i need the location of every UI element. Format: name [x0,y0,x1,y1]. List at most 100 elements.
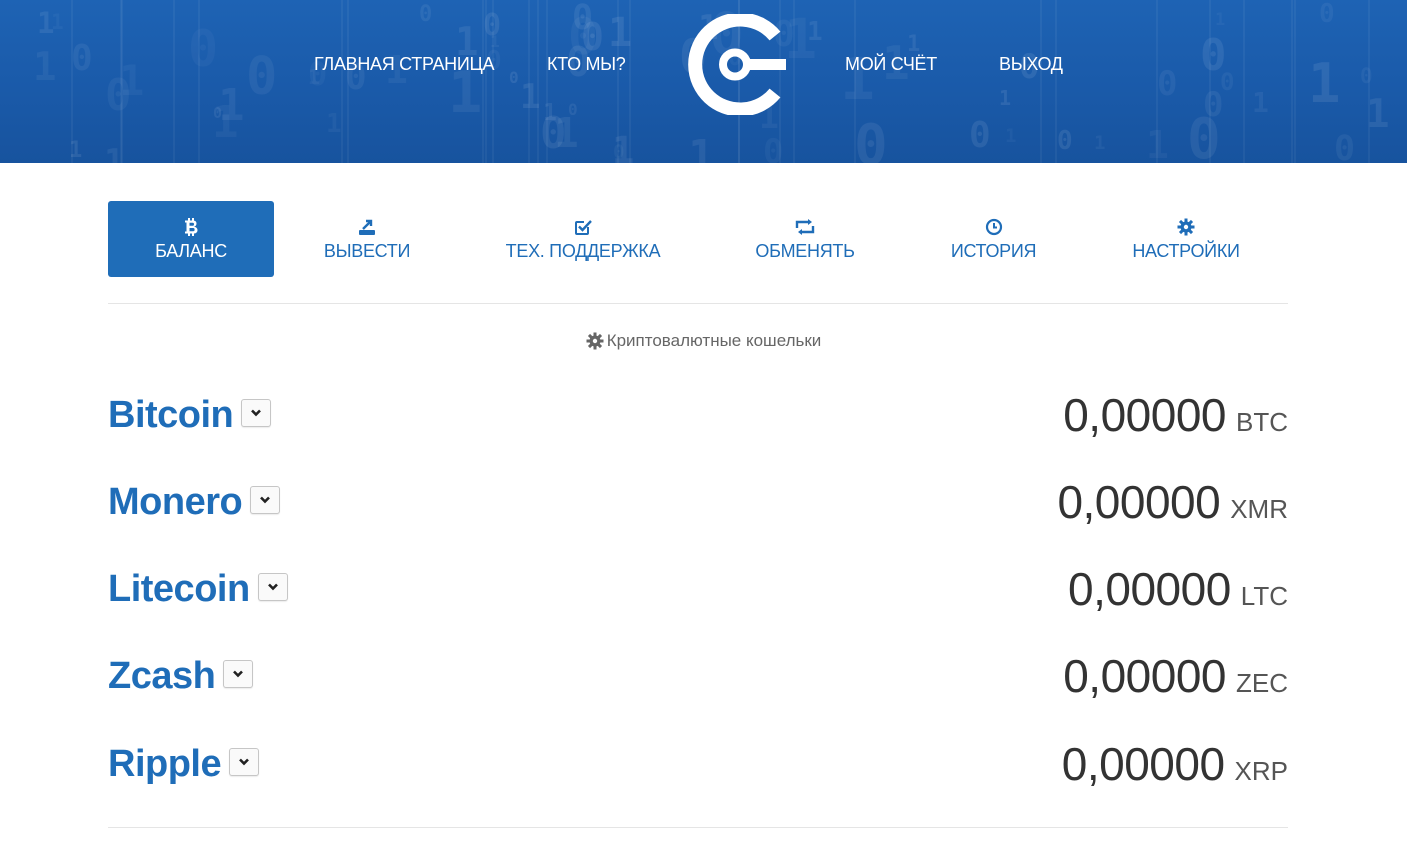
binary-digit: 0 [246,47,278,107]
binary-digit: 1 [1094,132,1106,154]
nav-logout-link[interactable]: ВЫХОД [999,54,1063,75]
nav-about-link[interactable]: КТО МЫ? [547,54,626,75]
wallet-name[interactable]: Ripple [108,743,222,785]
wallet-currency: LTC [1240,581,1288,611]
wallet-amount: 0,00000 [1068,563,1231,615]
tab-label: ИСТОРИЯ [950,240,1037,261]
wallet-name[interactable]: Zcash [108,655,216,697]
chevron-down-icon [238,757,250,767]
background-stripe [1294,0,1296,163]
binary-digit: 1 [1215,10,1226,30]
wallet-dropdown-button[interactable] [229,747,260,776]
binary-digit: 1 [212,97,239,148]
chevron-down-icon [232,669,244,679]
binary-digit: 1 [807,17,823,47]
background-stripe [537,0,539,163]
binary-digit: 1 [51,10,64,34]
binary-digit: 1 [1308,52,1341,115]
chevron-down-icon [259,495,271,505]
wallet-name[interactable]: Litecoin [108,568,250,610]
binary-digit: 1 [907,32,921,57]
binary-digit: 0 [568,100,578,119]
tab-settings[interactable]: НАСТРОЙКИ [1116,201,1256,277]
background-stripe [1243,0,1245,163]
tab-balance[interactable]: БАЛАНС [108,201,274,277]
tab-withdraw[interactable]: ВЫВЕСТИ [298,201,436,277]
wallet-dropdown-button[interactable] [241,398,272,427]
binary-digit: 1 [784,7,818,71]
wallet-currency: XMR [1230,494,1288,524]
account-tabs: БАЛАНС ВЫВЕСТИ ТЕХ. ПОДДЕРЖКА ОБМЕНЯТЬ И… [108,201,1288,277]
nav-home-link[interactable]: ГЛАВНАЯ СТРАНИЦА [314,54,495,75]
wallet-currency: BTC [1236,407,1288,437]
wallet-dropdown-button[interactable] [257,572,288,601]
binary-digit: 0 [1187,107,1221,164]
wallet-row: Litecoin 0,00000 LTC [108,559,1288,619]
wallet-row: Monero 0,00000 XMR [108,472,1288,532]
wallet-name-group: Bitcoin [108,385,272,445]
wallet-name-group: Zcash [108,646,254,706]
wallet-dropdown-button[interactable] [250,485,281,514]
wallet-dropdown-button[interactable] [223,659,254,688]
background-stripe [347,0,349,163]
background-stripe [482,0,484,163]
clock-icon [985,217,1003,237]
wallet-row: Bitcoin 0,00000 BTC [108,385,1288,445]
wallet-balance: 0,00000 ZEC [1063,646,1288,718]
tab-label: ВЫВЕСТИ [323,240,411,261]
nav-account-link[interactable]: МОЙ СЧЁТ [845,54,937,75]
background-stripe [546,0,548,163]
background-stripe [173,0,175,163]
binary-digit: 0 [1334,129,1356,164]
binary-digit: 0 [1203,85,1224,125]
background-stripe [1209,0,1211,163]
tab-history[interactable]: ИСТОРИЯ [936,201,1051,277]
wallet-balance: 0,00000 XRP [1062,734,1288,806]
tab-support[interactable]: ТЕХ. ПОДДЕРЖКА [488,201,678,277]
wallet-balance: 0,00000 XMR [1057,472,1288,544]
wallet-currency: ZEC [1236,668,1288,698]
binary-digit: 1 [33,45,57,90]
binary-digit: 1 [554,109,579,157]
binary-digit: 0 [969,115,991,156]
background-stripe [341,0,343,163]
binary-digit: 1 [218,80,245,131]
wallet-name[interactable]: Monero [108,481,243,523]
background-stripe [485,0,487,163]
binary-digit: 0 [581,15,604,59]
binary-digit: 0 [1220,68,1235,96]
binary-digit: 0 [1157,64,1178,104]
background-stripe [1156,0,1158,163]
binary-digit: 0 [1200,30,1227,81]
binary-digit: 0 [854,113,888,164]
bitcoin-icon [183,217,199,237]
section-title-label: Криптовалютные кошельки [606,331,822,350]
tab-exchange[interactable]: ОБМЕНЯТЬ [740,201,870,277]
binary-digit: 1 [326,109,342,139]
wallet-name-group: Litecoin [108,559,288,619]
binary-digit: 1 [1252,86,1269,119]
tab-label: ОБМЕНЯТЬ [755,240,855,261]
brand-logo-icon[interactable] [685,12,786,117]
tab-label: ТЕХ. ПОДДЕРЖКА [505,240,661,261]
background-stripe [854,0,856,163]
binary-digit: 0 [188,20,219,78]
wallet-name[interactable]: Bitcoin [108,394,234,436]
wallet-row: Ripple 0,00000 XRP [108,734,1288,794]
binary-digit: 0 [105,70,132,121]
background-stripe [1040,0,1042,163]
background-stripe [120,0,122,163]
binary-digit: 1 [1005,125,1017,147]
divider [108,303,1288,304]
binary-digit: 0 [572,0,594,38]
binary-digit: 0 [1057,126,1073,156]
binary-digit: 0 [1319,0,1335,29]
background-stripe [71,0,73,163]
binary-digit: 0 [540,108,567,159]
gear-icon [586,332,604,350]
header-banner: 0100110101001101010011010100110101001101… [0,0,1407,163]
binary-digit: 0 [419,2,433,27]
background-stripe [1055,0,1057,163]
binary-digit: 1 [37,6,55,40]
gear-icon [1177,217,1195,237]
